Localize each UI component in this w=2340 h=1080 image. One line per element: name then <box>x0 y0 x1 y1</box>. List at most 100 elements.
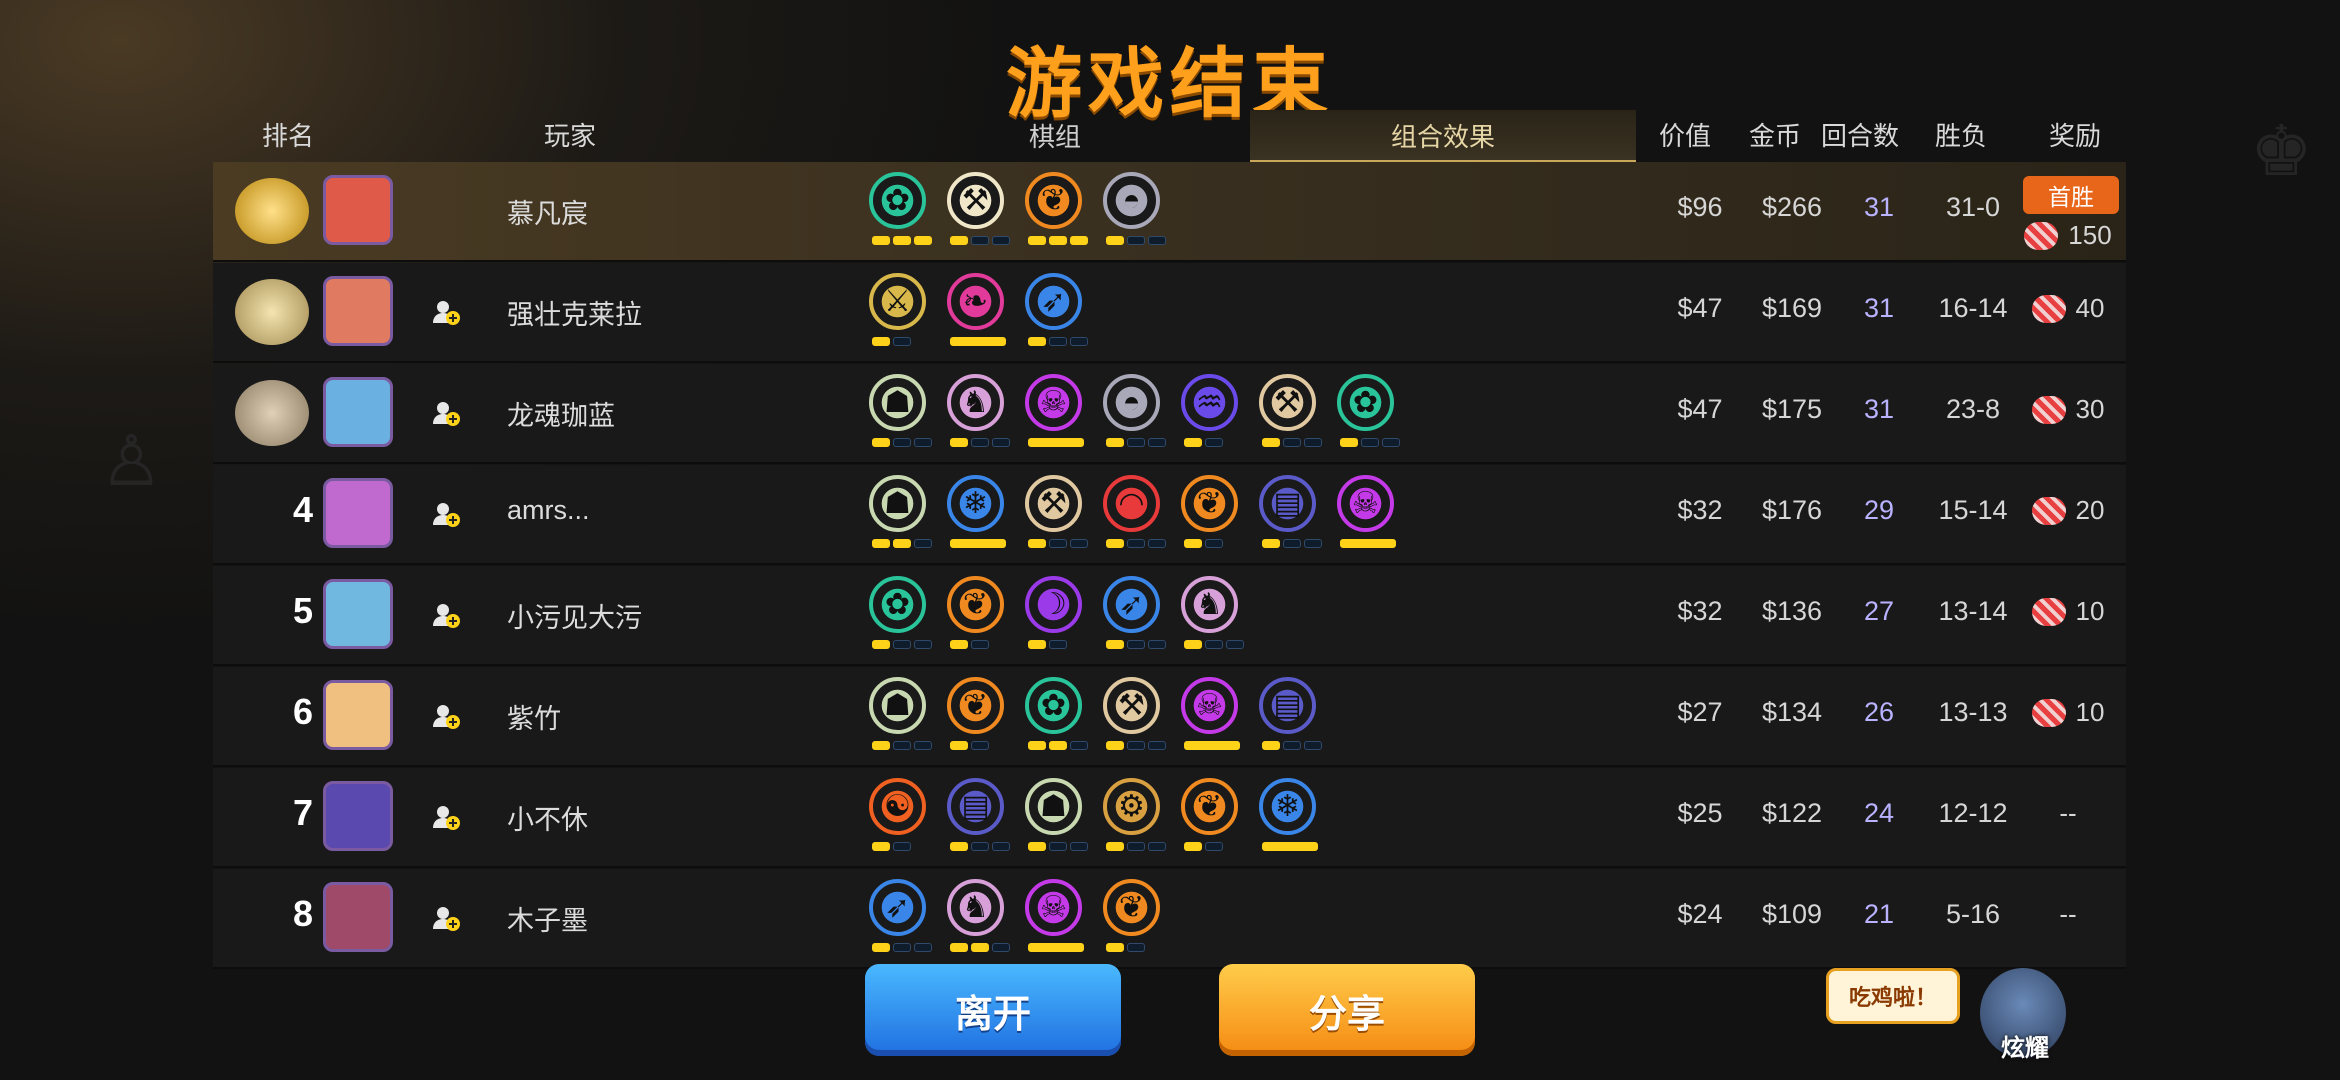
synergy-leaf-icon[interactable]: ❦ <box>947 576 1004 656</box>
synergy-leaf-icon[interactable]: ❦ <box>1103 879 1160 959</box>
add-friend-icon[interactable] <box>431 903 461 933</box>
synergy-kn-icon[interactable]: ♞ <box>947 879 1010 959</box>
decor-chess-left: ♙ <box>100 422 163 500</box>
value-cell: $32 <box>1677 596 1723 626</box>
synergy-ice-icon[interactable]: ❄ <box>1259 778 1318 858</box>
avatar[interactable] <box>323 882 393 952</box>
synergy-leaf-icon[interactable]: ❦ <box>947 677 1004 757</box>
leave-button[interactable]: 离开 <box>865 964 1121 1056</box>
table-row[interactable]: 8 木子墨 ➶ ♞ ☠ ❦ $24 $109 21 5-16 -- <box>213 869 2126 969</box>
add-friend-icon[interactable] <box>431 499 461 529</box>
avatar[interactable] <box>323 579 393 649</box>
synergy-dem-icon[interactable]: ☠ <box>1181 677 1240 757</box>
avatar[interactable] <box>323 276 393 346</box>
synergy-paw-icon[interactable]: ✿ <box>869 172 932 252</box>
synergy-owl-icon[interactable]: ☗ <box>869 374 932 454</box>
rank-medal-icon <box>235 279 309 345</box>
synergy-kn-icon[interactable]: ♞ <box>947 374 1010 454</box>
reward-cell: 40 <box>2013 293 2123 324</box>
value-cell: $25 <box>1677 798 1723 828</box>
win-loss-cell: 15-14 <box>1938 495 2008 525</box>
synergy-owl-icon[interactable]: ☗ <box>1025 778 1088 858</box>
avatar[interactable] <box>323 377 393 447</box>
header-reward: 奖励 <box>2048 120 2101 151</box>
rank-medal-icon <box>235 380 309 446</box>
reward-amount: 30 <box>2075 394 2105 424</box>
rank-medal-icon <box>235 178 309 244</box>
synergy-arc-icon[interactable]: ◠ <box>1103 475 1166 555</box>
synergy-dem-icon[interactable]: ☠ <box>1025 879 1084 959</box>
value-cell: $47 <box>1677 293 1723 323</box>
tab-pieces[interactable]: 棋组 <box>862 110 1248 160</box>
player-name: 强壮克莱拉 <box>507 300 642 330</box>
reward-amount: 40 <box>2075 293 2105 323</box>
add-friend-icon[interactable] <box>431 600 461 630</box>
add-friend-icon[interactable] <box>431 701 461 731</box>
reward-amount: 20 <box>2075 495 2105 525</box>
header-gold: 金币 <box>1748 120 1801 151</box>
rounds-cell: 31 <box>1863 192 1895 222</box>
synergy-dem-icon[interactable]: ☠ <box>1337 475 1396 555</box>
synergy-paw-icon[interactable]: ✿ <box>1025 677 1088 757</box>
synergy-paw-icon[interactable]: ✿ <box>1337 374 1400 454</box>
table-row[interactable]: 5 小污见大污 ✿ ❦ ☽ ➶ ♞ $32 $136 27 13-14 10 <box>213 566 2126 666</box>
synergy-fish-icon[interactable]: ➶ <box>869 879 932 959</box>
tab-combo[interactable]: 组合效果 <box>1250 110 1636 163</box>
synergy-gear-icon[interactable]: ⚙ <box>1103 778 1166 858</box>
table-row[interactable]: 龙魂珈蓝 ☗ ♞ ☠ ◓ ♒ ⚒ ✿ $47 $175 31 23-8 30 <box>213 364 2126 464</box>
synergy-swd-icon[interactable]: ⚔ <box>869 273 926 353</box>
rank-number: 4 <box>292 489 314 530</box>
synergy-axe-icon[interactable]: ⚒ <box>1259 374 1322 454</box>
share-button[interactable]: 分享 <box>1219 964 1475 1056</box>
synergy-dem-icon[interactable]: ☠ <box>1025 374 1084 454</box>
reward-amount: 150 <box>2068 220 2112 250</box>
win-loss-cell: 13-14 <box>1938 596 2008 626</box>
synergy-kn-icon[interactable]: ♞ <box>1181 576 1244 656</box>
table-row[interactable]: 7 小不休 ☯ ▤ ☗ ⚙ ❦ ❄ $25 $122 24 12-12 -- <box>213 768 2126 868</box>
avatar[interactable] <box>323 175 393 245</box>
synergy-bk-icon[interactable]: ▤ <box>1259 475 1322 555</box>
avatar[interactable] <box>323 781 393 851</box>
synergy-axe-icon[interactable]: ⚒ <box>1025 475 1088 555</box>
synergy-fish-icon[interactable]: ➶ <box>1025 273 1088 353</box>
synergy-leaf-icon[interactable]: ❦ <box>1181 778 1238 858</box>
synergy-fish-icon[interactable]: ➶ <box>1103 576 1166 656</box>
synergy-leaf-icon[interactable]: ❦ <box>1181 475 1238 555</box>
synergy-leaf-icon[interactable]: ❦ <box>1025 172 1088 252</box>
synergy-owl-icon[interactable]: ☗ <box>869 475 932 555</box>
piece-badges: ☯ ▤ ☗ ⚙ ❦ ❄ <box>869 778 1318 862</box>
synergy-gob-icon[interactable]: ☯ <box>869 778 926 858</box>
synergy-hd-icon[interactable]: ☽ <box>1025 576 1082 656</box>
win-loss-cell: 23-8 <box>1945 394 2001 424</box>
add-friend-icon[interactable] <box>431 297 461 327</box>
table-row[interactable]: 强壮克莱拉 ⚔ ❧ ➶ $47 $169 31 16-14 40 <box>213 263 2126 363</box>
synergy-bk-icon[interactable]: ▤ <box>1259 677 1322 757</box>
synergy-bk-icon[interactable]: ▤ <box>947 778 1010 858</box>
value-cell: $32 <box>1677 495 1723 525</box>
synergy-seat-icon[interactable]: ◓ <box>1103 172 1166 252</box>
synergy-owl-icon[interactable]: ☗ <box>869 677 932 757</box>
rounds-cell: 24 <box>1863 798 1895 828</box>
avatar[interactable] <box>323 478 393 548</box>
synergy-paw-icon[interactable]: ✿ <box>869 576 932 656</box>
avatar[interactable] <box>323 680 393 750</box>
synergy-axe-icon[interactable]: ⚒ <box>947 172 1010 252</box>
synergy-seat-icon[interactable]: ◓ <box>1103 374 1166 454</box>
add-friend-icon[interactable] <box>431 398 461 428</box>
candy-icon <box>2031 395 2066 424</box>
synergy-fbn-icon[interactable]: ♒ <box>1181 374 1238 454</box>
table-row[interactable]: 4 amrs... ☗ ❄ ⚒ ◠ ❦ ▤ ☠ $32 $176 29 15-14 20 <box>213 465 2126 565</box>
table-row[interactable]: 6 紫竹 ☗ ❦ ✿ ⚒ ☠ ▤ $27 $134 26 13-13 10 <box>213 667 2126 767</box>
piece-badges: ☗ ❦ ✿ ⚒ ☠ ▤ <box>869 677 1322 761</box>
rounds-cell: 26 <box>1863 697 1895 727</box>
header-player: 玩家 <box>543 120 596 151</box>
synergy-axe-icon[interactable]: ⚒ <box>1103 677 1166 757</box>
header-value: 价值 <box>1658 120 1711 151</box>
player-name: 小不休 <box>507 805 588 835</box>
synergy-ice-icon[interactable]: ❄ <box>947 475 1006 555</box>
reward-cell: -- <box>2013 798 2123 829</box>
synergy-fox-icon[interactable]: ❧ <box>947 273 1006 353</box>
table-row[interactable]: 慕凡宸 ✿ ⚒ ❦ ◓ $96 $266 31 31-0 首胜 150 <box>213 162 2126 262</box>
candy-icon <box>2031 496 2066 525</box>
add-friend-icon[interactable] <box>431 802 461 832</box>
